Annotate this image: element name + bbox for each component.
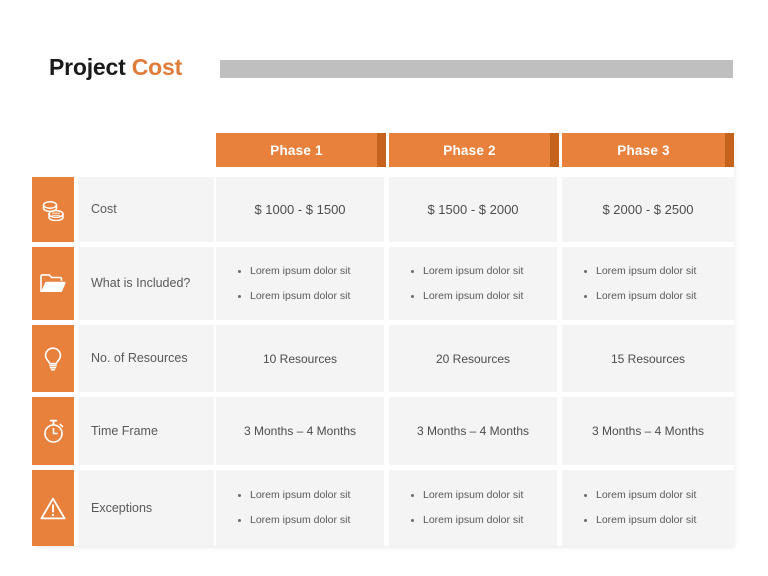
row-label-cell: Cost [78, 177, 214, 242]
list-item: Lorem ipsum dolor sit [584, 290, 734, 303]
list-item: Lorem ipsum dolor sit [584, 514, 734, 527]
cell-cost-phase-1: $ 1000 - $ 1500 [216, 177, 384, 242]
row-label-cell: No. of Resources [78, 325, 214, 392]
header-accent-tab [377, 133, 386, 167]
row-label-cell: Exceptions [78, 470, 214, 546]
cell-value: 3 Months – 4 Months [416, 424, 530, 438]
cell-included-phase-1: Lorem ipsum dolor sit Lorem ipsum dolor … [216, 247, 384, 320]
cell-exceptions-phase-3: Lorem ipsum dolor sit Lorem ipsum dolor … [562, 470, 734, 546]
list-item: Lorem ipsum dolor sit [411, 489, 557, 502]
row-label-cell: Time Frame [78, 397, 214, 465]
page-title-main: Project [49, 54, 132, 80]
cell-resources-phase-2: 20 Resources [389, 325, 557, 392]
folder-icon [40, 273, 66, 294]
table-row: Cost $ 1000 - $ 1500 $ 1500 - $ 2000 $ 2… [32, 177, 734, 242]
cell-value: $ 1500 - $ 2000 [427, 202, 519, 217]
bullet-list: Lorem ipsum dolor sit Lorem ipsum dolor … [216, 265, 384, 303]
row-label: Cost [91, 202, 117, 216]
column-header-label: Phase 1 [270, 142, 323, 158]
slide-canvas: Project Cost Phase 1 Phase 2 Phase 3 Cos… [0, 0, 768, 576]
cell-exceptions-phase-2: Lorem ipsum dolor sit Lorem ipsum dolor … [389, 470, 557, 546]
header-accent-tab [550, 133, 559, 167]
cell-timeframe-phase-2: 3 Months – 4 Months [389, 397, 557, 465]
bullet-list: Lorem ipsum dolor sit Lorem ipsum dolor … [389, 489, 557, 527]
bullet-list: Lorem ipsum dolor sit Lorem ipsum dolor … [216, 489, 384, 527]
column-header-phase-1[interactable]: Phase 1 [216, 133, 386, 167]
list-item: Lorem ipsum dolor sit [584, 489, 734, 502]
cell-cost-phase-2: $ 1500 - $ 2000 [389, 177, 557, 242]
bullet-list: Lorem ipsum dolor sit Lorem ipsum dolor … [562, 265, 734, 303]
coins-icon [41, 199, 65, 221]
column-header-phase-3[interactable]: Phase 3 [562, 133, 734, 167]
slide-title-row: Project Cost [49, 52, 739, 86]
stopwatch-icon [42, 419, 65, 444]
row-icon-container [32, 247, 74, 320]
table-row: No. of Resources 10 Resources 20 Resourc… [32, 325, 734, 392]
row-label: Time Frame [91, 423, 158, 438]
table-row: What is Included? Lorem ipsum dolor sit … [32, 247, 734, 320]
row-label-cell: What is Included? [78, 247, 214, 320]
cell-exceptions-phase-1: Lorem ipsum dolor sit Lorem ipsum dolor … [216, 470, 384, 546]
cell-cost-phase-3: $ 2000 - $ 2500 [562, 177, 734, 242]
page-title-accent: Cost [131, 54, 183, 80]
cell-included-phase-3: Lorem ipsum dolor sit Lorem ipsum dolor … [562, 247, 734, 320]
cell-value: 3 Months – 4 Months [591, 424, 705, 438]
row-label: Exceptions [91, 500, 153, 515]
cell-timeframe-phase-1: 3 Months – 4 Months [216, 397, 384, 465]
cell-value: 10 Resources [262, 351, 338, 366]
cell-value: $ 1000 - $ 1500 [254, 202, 346, 217]
row-icon-container [32, 325, 74, 392]
page-title: Project Cost [49, 52, 182, 82]
header-accent-tab [725, 133, 734, 167]
list-item: Lorem ipsum dolor sit [411, 290, 557, 303]
list-item: Lorem ipsum dolor sit [238, 290, 384, 303]
table-row: Exceptions Lorem ipsum dolor sit Lorem i… [32, 470, 734, 546]
title-decorative-bar [220, 60, 733, 78]
list-item: Lorem ipsum dolor sit [411, 514, 557, 527]
cell-resources-phase-3: 15 Resources [562, 325, 734, 392]
row-label: No. of Resources [91, 351, 188, 365]
cell-resources-phase-1: 10 Resources [216, 325, 384, 392]
list-item: Lorem ipsum dolor sit [411, 265, 557, 278]
list-item: Lorem ipsum dolor sit [238, 514, 384, 527]
row-label: What is Included? [91, 276, 191, 290]
cell-timeframe-phase-3: 3 Months – 4 Months [562, 397, 734, 465]
cell-included-phase-2: Lorem ipsum dolor sit Lorem ipsum dolor … [389, 247, 557, 320]
column-header-label: Phase 2 [443, 142, 496, 158]
list-item: Lorem ipsum dolor sit [238, 489, 384, 502]
row-icon-container [32, 397, 74, 465]
column-header-phase-2[interactable]: Phase 2 [389, 133, 559, 167]
comparison-table: Phase 1 Phase 2 Phase 3 Cost $ 1000 - $ … [32, 133, 734, 546]
table-header-row: Phase 1 Phase 2 Phase 3 [32, 133, 734, 167]
cell-value: 3 Months – 4 Months [243, 424, 357, 438]
list-item: Lorem ipsum dolor sit [238, 265, 384, 278]
row-icon-container [32, 470, 74, 546]
bullet-list: Lorem ipsum dolor sit Lorem ipsum dolor … [562, 489, 734, 527]
cell-value: 15 Resources [610, 351, 686, 366]
lightbulb-icon [43, 346, 63, 371]
table-row: Time Frame 3 Months – 4 Months 3 Months … [32, 397, 734, 465]
bullet-list: Lorem ipsum dolor sit Lorem ipsum dolor … [389, 265, 557, 303]
cell-value: 20 Resources [435, 351, 511, 366]
column-header-label: Phase 3 [617, 142, 670, 158]
list-item: Lorem ipsum dolor sit [584, 265, 734, 278]
row-icon-container [32, 177, 74, 242]
warning-icon [40, 497, 66, 520]
cell-value: $ 2000 - $ 2500 [602, 202, 694, 217]
